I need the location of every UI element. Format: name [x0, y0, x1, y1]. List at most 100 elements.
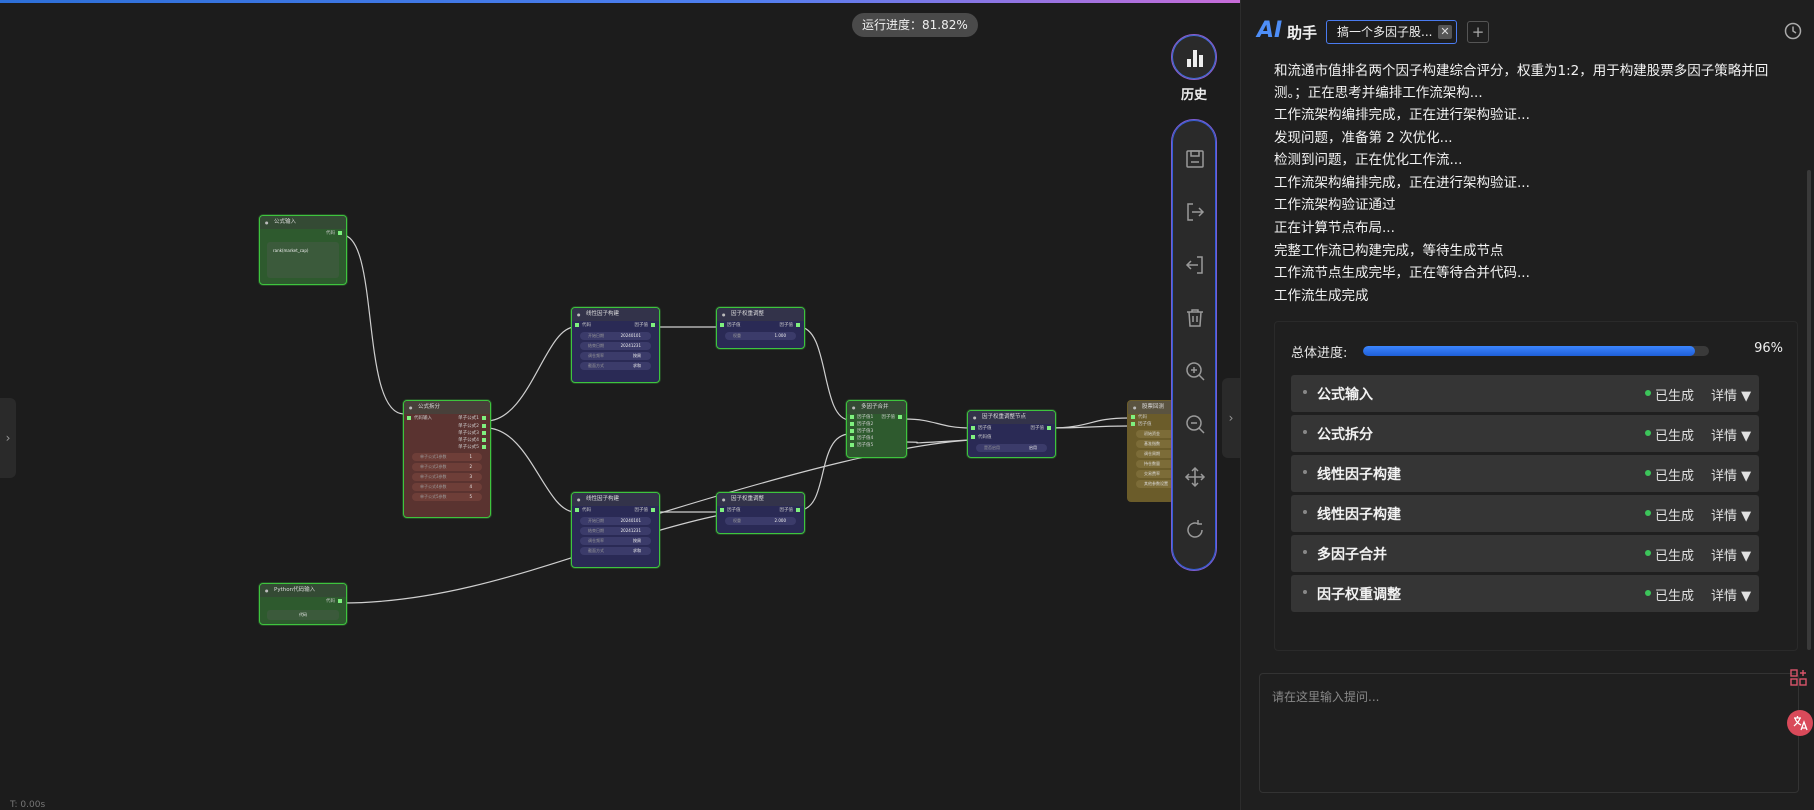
chat-tab[interactable]: 搞一个多因子股... ✕	[1326, 20, 1457, 44]
import-icon[interactable]	[1183, 253, 1207, 277]
port-output[interactable]: 因子值	[635, 506, 656, 515]
step-item[interactable]: 公式拆分 已生成 详情 ▼	[1291, 415, 1759, 452]
node-title: 公式输入	[260, 216, 346, 229]
left-panel-toggle[interactable]: ›	[0, 398, 16, 478]
clock-icon[interactable]	[1784, 22, 1802, 40]
param-field[interactable]: 是否启用 启用	[976, 444, 1047, 452]
log-line: 发现问题，准备第 2 次优化...	[1274, 129, 1453, 146]
right-panel-toggle[interactable]: ›	[1222, 378, 1240, 458]
log-line: 工作流节点生成完毕，正在等待合并代码...	[1274, 265, 1530, 282]
port-input[interactable]: 代码输入	[412, 416, 432, 421]
node-weight-adjust[interactable]: 因子权重调整 因子值 因子值 权重2.000	[716, 492, 805, 534]
port-output[interactable]: 代码	[326, 597, 342, 606]
port-input[interactable]: 因子值4	[855, 436, 873, 441]
edge	[904, 418, 971, 429]
weight-field[interactable]: 权重 1.000	[725, 332, 796, 340]
param-field[interactable]: 单子公式4参数 4	[412, 483, 482, 491]
details-toggle[interactable]: 详情 ▼	[1711, 545, 1751, 564]
save-icon[interactable]	[1183, 147, 1207, 171]
history-label: 历史	[1181, 88, 1208, 103]
log-line: 和流通市值排名两个因子构建综合评分，权重为1:2，用于构建股票多因子策略并回测。…	[1274, 63, 1769, 101]
port-input[interactable]: 因子值1	[855, 415, 873, 420]
node-factor-weight[interactable]: 因子权重调整节点 因子值 因子值 代码值 是否启用启用	[967, 410, 1056, 458]
port-output[interactable]: 因子值	[780, 321, 801, 330]
weight-field[interactable]: 权重 2.000	[725, 517, 796, 525]
details-toggle[interactable]: 详情 ▼	[1711, 465, 1751, 484]
details-toggle[interactable]: 详情 ▼	[1711, 385, 1751, 404]
step-item[interactable]: 因子权重调整 已生成 详情 ▼	[1291, 575, 1759, 612]
progress-label: 总体进度:	[1291, 346, 1348, 361]
edge	[341, 514, 721, 604]
node-multi-merge[interactable]: 多因子合并 因子值1 因子值 因子值2 因子值3 因子值4 因子值5	[846, 400, 907, 458]
port-output[interactable]: 因子值	[1031, 424, 1052, 433]
port-output[interactable]: 代码	[326, 229, 342, 238]
param-field[interactable]: 单子公式2参数 2	[412, 463, 482, 471]
node-python-input[interactable]: Python代码输入 代码 代码	[259, 583, 347, 625]
port-input[interactable]: 因子值	[976, 426, 992, 431]
refresh-icon[interactable]	[1183, 518, 1207, 542]
port-input[interactable]: 代码	[580, 323, 591, 328]
port-input[interactable]: 代码	[580, 508, 591, 513]
port-output[interactable]: 因子值	[780, 506, 801, 515]
port-output[interactable]: 单子公式4	[458, 437, 486, 444]
port-input[interactable]: 代码	[1136, 415, 1147, 420]
workflow-canvas[interactable]: 公式输入 代码 rank(market_cap) 公式拆分 代码输入 单子公式1…	[0, 0, 1240, 810]
bullet-icon	[1303, 390, 1307, 394]
port-output[interactable]: 单子公式2	[458, 423, 486, 430]
apps-add-icon[interactable]	[1789, 668, 1809, 688]
port-output[interactable]: 单子公式1	[458, 414, 486, 423]
param-field[interactable]: 开始日期 20240101	[580, 517, 651, 525]
zoom-in-icon[interactable]	[1183, 359, 1207, 383]
param-field[interactable]: 单子公式3参数 3	[412, 473, 482, 481]
port-output[interactable]: 单子公式3	[458, 430, 486, 437]
port-output[interactable]: 因子值	[882, 414, 903, 421]
scrollbar[interactable]	[1807, 60, 1813, 650]
port-input[interactable]: 因子值	[1136, 422, 1152, 427]
fit-view-icon[interactable]	[1183, 465, 1207, 489]
param-field[interactable]: 调仓频率 按周	[580, 537, 651, 545]
node-linear-factor[interactable]: 线性因子构建 代码 因子值 开始日期20240101 结束日期20241231 …	[571, 307, 660, 383]
param-field[interactable]: 截面方式 求和	[580, 362, 651, 370]
port-input[interactable]: 因子值	[725, 323, 741, 328]
details-toggle[interactable]: 详情 ▼	[1711, 425, 1751, 444]
param-field[interactable]: 结束日期 20241231	[580, 342, 651, 350]
add-tab-button[interactable]: +	[1467, 21, 1489, 43]
node-linear-factor[interactable]: 线性因子构建 代码 因子值 开始日期20240101 结束日期20241231 …	[571, 492, 660, 568]
node-weight-adjust[interactable]: 因子权重调整 因子值 因子值 权重1.000	[716, 307, 805, 349]
port-input[interactable]: 因子值5	[855, 443, 873, 448]
port-output[interactable]: 单子公式5	[458, 444, 486, 451]
translate-icon[interactable]	[1787, 710, 1813, 736]
param-field[interactable]: 截面方式 求和	[580, 547, 651, 555]
port-input[interactable]: 因子值3	[855, 429, 873, 434]
zoom-out-icon[interactable]	[1183, 412, 1207, 436]
node-formula-split[interactable]: 公式拆分 代码输入 单子公式1 单子公式2 单子公式3 单子公式4 单子公式5 …	[403, 400, 491, 518]
param-field[interactable]: 调仓频率 按周	[580, 352, 651, 360]
param-field[interactable]: 开始日期 20240101	[580, 332, 651, 340]
delete-icon[interactable]	[1183, 306, 1207, 330]
progress-bar	[1363, 346, 1709, 356]
port-input[interactable]: 因子值2	[855, 422, 873, 427]
details-toggle[interactable]: 详情 ▼	[1711, 585, 1751, 604]
step-item[interactable]: 公式输入 已生成 详情 ▼	[1291, 375, 1759, 412]
port-output[interactable]: 因子值	[635, 321, 656, 330]
history-button[interactable]	[1171, 34, 1217, 80]
port-input[interactable]: 代码值	[976, 435, 992, 440]
scrollbar-thumb[interactable]	[1807, 170, 1811, 650]
export-icon[interactable]	[1183, 200, 1207, 224]
code-button[interactable]: 代码	[267, 610, 339, 620]
port-input[interactable]: 因子值	[725, 508, 741, 513]
param-field[interactable]: 单子公式5参数 5	[412, 493, 482, 501]
param-field[interactable]: 结束日期 20241231	[580, 527, 651, 535]
close-icon[interactable]: ✕	[1438, 25, 1452, 39]
step-item[interactable]: 线性因子构建 已生成 详情 ▼	[1291, 495, 1759, 532]
node-formula-input[interactable]: 公式输入 代码 rank(market_cap)	[259, 215, 347, 285]
step-item[interactable]: 多因子合并 已生成 详情 ▼	[1291, 535, 1759, 572]
status-dot-icon	[1645, 510, 1651, 516]
details-toggle[interactable]: 详情 ▼	[1711, 505, 1751, 524]
code-editor[interactable]: rank(market_cap)	[267, 242, 339, 278]
prompt-input[interactable]: 请在这里输入提问...	[1259, 673, 1799, 793]
param-field[interactable]: 单子公式1参数 1	[412, 453, 482, 461]
step-item[interactable]: 线性因子构建 已生成 详情 ▼	[1291, 455, 1759, 492]
chevron-right-icon: ›	[1228, 411, 1234, 425]
status-text: T: 0.00s	[10, 800, 46, 810]
